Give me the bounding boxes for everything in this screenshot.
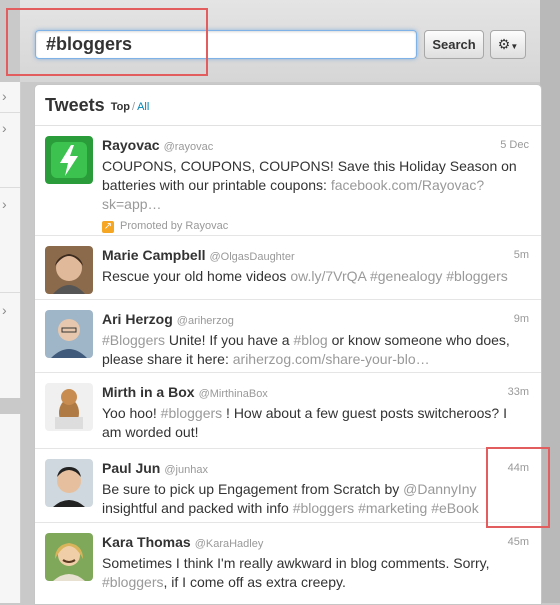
divider	[0, 292, 20, 293]
divider	[0, 187, 20, 188]
tweet-text-segment: Be sure to pick up Engagement from Scrat…	[102, 481, 404, 497]
tweet-body: Kara Thomas @KaraHadley 45m Sometimes I thi…	[102, 533, 529, 592]
left-dashboard-strip-lower	[0, 414, 21, 603]
tweet-link[interactable]: #bloggers	[161, 405, 223, 421]
tweet-header: Mirth in a Box @MirthinaBox 33m	[102, 383, 529, 404]
tweet-author-name[interactable]: Ari Herzog	[102, 310, 173, 329]
tweet-author-name[interactable]: Paul Jun	[102, 459, 160, 478]
tweet-timestamp[interactable]: 9m	[514, 310, 529, 329]
tweet-body: Ari Herzog @ariherzog 9m #Bloggers Unite! I…	[102, 310, 529, 369]
chevron-down-icon: ▼	[510, 42, 519, 51]
tweet-text: Yoo hoo! #bloggers ! How about a few gue…	[102, 404, 529, 442]
tweet-timestamp[interactable]: 44m	[508, 459, 529, 478]
tweet-timestamp[interactable]: 5m	[514, 246, 529, 265]
chevron-right-icon[interactable]: ›	[2, 121, 14, 135]
avatar[interactable]	[45, 246, 93, 294]
tweet-text: COUPONS, COUPONS, COUPONS! Save this Hol…	[102, 157, 529, 214]
tweet-text-segment: Unite! If you have a	[165, 332, 294, 348]
tweet-author-handle[interactable]: @OlgasDaughter	[209, 248, 294, 267]
tweet-text: Sometimes I think I'm really awkward in …	[102, 554, 529, 592]
panel-header: Tweets Top / All	[35, 85, 541, 126]
tweet-timestamp[interactable]: 45m	[508, 533, 529, 552]
tweet-link[interactable]: #bloggers	[102, 574, 164, 590]
tweet-text: Be sure to pick up Engagement from Scrat…	[102, 480, 529, 518]
tweet-header: Ari Herzog @ariherzog 9m	[102, 310, 529, 331]
tweet-text-segment: Rescue your old home videos	[102, 268, 291, 284]
tweet-author-name[interactable]: Mirth in a Box	[102, 383, 195, 402]
promoted-text: Promoted by Rayovac	[120, 220, 229, 232]
tweet-header: Paul Jun @junhax 44m	[102, 459, 529, 480]
tweet-list: Rayovac @rayovac 5 Dec COUPONS, COUPONS, CO…	[35, 126, 541, 604]
avatar[interactable]	[45, 533, 93, 581]
tweet-item[interactable]: Kara Thomas @KaraHadley 45m Sometimes I thi…	[35, 523, 541, 604]
tweet-timestamp[interactable]: 33m	[508, 383, 529, 402]
settings-dropdown-button[interactable]: ⚙▼	[490, 30, 526, 59]
avatar[interactable]	[45, 383, 93, 431]
avatar[interactable]	[45, 136, 93, 184]
chevron-right-icon[interactable]: ›	[2, 197, 14, 211]
tweet-text-segment: insightful and packed with info	[102, 500, 293, 516]
search-button[interactable]: Search	[424, 30, 484, 59]
chevron-right-icon[interactable]: ›	[2, 89, 14, 103]
tweet-author-handle[interactable]: @rayovac	[164, 138, 214, 157]
promoted-label: ↗ Promoted by Rayovac	[102, 217, 529, 236]
tweets-panel: Tweets Top / All Rayovac @rayovac 5 Dec COU…	[34, 84, 542, 605]
avatar[interactable]	[45, 459, 93, 507]
chevron-right-icon[interactable]: ›	[2, 303, 14, 317]
tweet-link[interactable]: ariherzog.com/share-your-blo…	[233, 351, 430, 367]
tweet-text-segment: , if I come off as extra creepy.	[163, 574, 346, 590]
tweet-item[interactable]: Marie Campbell @OlgasDaughter 5m Rescue you…	[35, 236, 541, 300]
window-edge	[540, 0, 560, 603]
tweet-author-name[interactable]: Kara Thomas	[102, 533, 191, 552]
avatar[interactable]	[45, 310, 93, 358]
gear-icon: ⚙	[497, 36, 511, 52]
tweet-author-handle[interactable]: @KaraHadley	[195, 535, 264, 554]
tweet-author-handle[interactable]: @ariherzog	[177, 312, 234, 331]
tweet-body: Rayovac @rayovac 5 Dec COUPONS, COUPONS, CO…	[102, 136, 529, 236]
tweet-text-segment: Yoo hoo!	[102, 405, 161, 421]
tweet-link[interactable]: #bloggers	[446, 268, 508, 284]
promoted-icon: ↗	[102, 220, 114, 233]
tweet-item[interactable]: Ari Herzog @ariherzog 9m #Bloggers Unite! I…	[35, 300, 541, 373]
tweet-header: Marie Campbell @OlgasDaughter 5m	[102, 246, 529, 267]
tweet-body: Mirth in a Box @MirthinaBox 33m Yoo hoo! #b…	[102, 383, 529, 442]
tweet-body: Paul Jun @junhax 44m Be sure to pick up Eng…	[102, 459, 529, 518]
tweet-author-name[interactable]: Marie Campbell	[102, 246, 205, 265]
tweet-timestamp[interactable]: 5 Dec	[500, 136, 529, 155]
tweet-item[interactable]: Mirth in a Box @MirthinaBox 33m Yoo hoo! #b…	[35, 373, 541, 449]
tweet-header: Rayovac @rayovac 5 Dec	[102, 136, 529, 157]
tweet-link[interactable]: #Bloggers	[102, 332, 165, 348]
tweet-link[interactable]: @DannyIny	[403, 481, 476, 497]
tweet-item[interactable]: Rayovac @rayovac 5 Dec COUPONS, COUPONS, CO…	[35, 126, 541, 236]
tweet-text: Rescue your old home videos ow.ly/7VrQA …	[102, 267, 529, 286]
tweet-text-segment: Sometimes I think I'm really awkward in …	[102, 555, 490, 571]
filter-separator: /	[132, 101, 136, 113]
tweet-link[interactable]: #marketing	[358, 500, 427, 516]
tweet-text: #Bloggers Unite! If you have a #blog or …	[102, 331, 529, 369]
tweet-link[interactable]: #blog	[293, 332, 327, 348]
filter-top-link[interactable]: Top	[111, 101, 130, 113]
search-input[interactable]	[35, 30, 417, 59]
tweet-body: Marie Campbell @OlgasDaughter 5m Rescue you…	[102, 246, 529, 286]
panel-title: Tweets	[45, 94, 105, 115]
tweet-header: Kara Thomas @KaraHadley 45m	[102, 533, 529, 554]
tweet-link[interactable]: ow.ly/7VrQA	[290, 268, 366, 284]
filter-all-link[interactable]: All	[137, 101, 149, 113]
left-dashboard-strip: › › › ›	[0, 82, 21, 398]
tweet-link[interactable]: #bloggers	[293, 500, 355, 516]
tweet-author-handle[interactable]: @junhax	[164, 461, 208, 480]
tweet-link[interactable]: #genealogy	[370, 268, 442, 284]
tweet-author-name[interactable]: Rayovac	[102, 136, 160, 155]
tweet-author-handle[interactable]: @MirthinaBox	[199, 385, 268, 404]
divider	[0, 112, 20, 113]
tweet-item[interactable]: Paul Jun @junhax 44m Be sure to pick up Eng…	[35, 449, 541, 523]
tweet-link[interactable]: #eBook	[431, 500, 478, 516]
